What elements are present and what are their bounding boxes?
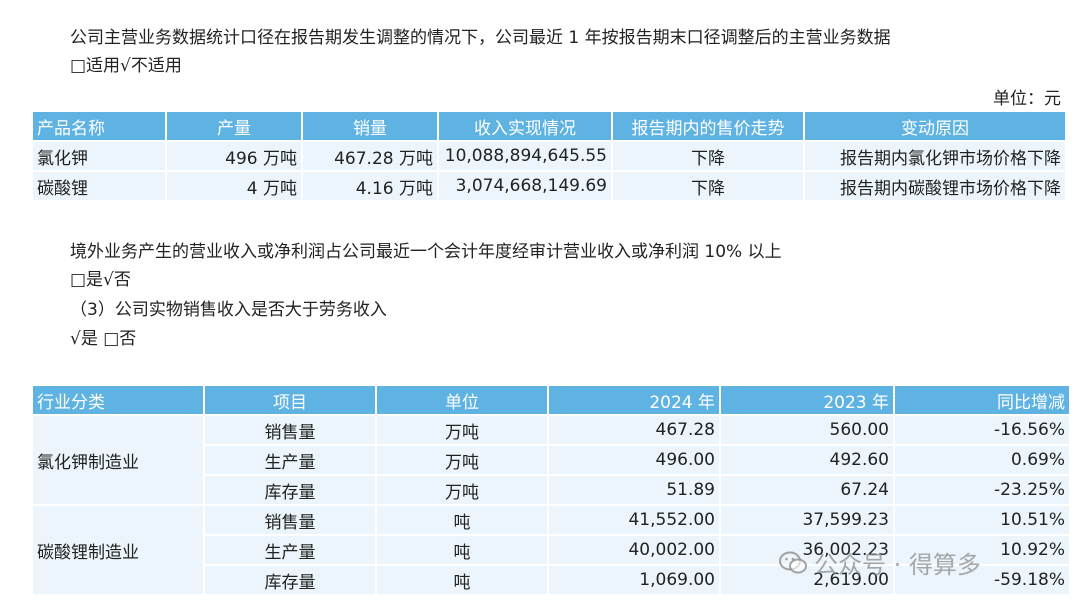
value-2023-cell: 560.00 <box>719 414 895 446</box>
value-2024-cell: 467.28 <box>547 414 721 446</box>
col-header-sales: 销量 <box>301 110 439 142</box>
industry-cell: 碳酸锂制造业 <box>31 504 205 596</box>
intro-checkbox-line: □适用√不适用 <box>70 56 182 76</box>
item-cell: 销售量 <box>203 504 377 536</box>
section-3-heading: （3）公司实物销售收入是否大于劳务收入 <box>70 300 387 320</box>
watermark: 公众号 · 得算多 <box>778 545 981 580</box>
price-trend-cell: 下降 <box>611 140 805 172</box>
unit-cell: 吨 <box>375 534 549 566</box>
product-name-cell: 氯化钾 <box>31 140 167 172</box>
table-row: 氯化钾制造业 销售量 万吨 467.28 560.00 -16.56% <box>31 414 1071 506</box>
unit-cell: 吨 <box>375 564 549 596</box>
col-header-unit: 单位 <box>375 384 549 416</box>
value-2023-cell: 37,599.23 <box>719 504 895 536</box>
col-header-revenue: 收入实现情况 <box>437 110 613 142</box>
table-header-row: 产品名称 产量 销量 收入实现情况 报告期内的售价走势 变动原因 <box>31 110 1067 142</box>
revenue-cell: 10,088,894,645.55 <box>437 140 613 172</box>
col-header-2023: 2023 年 <box>719 384 895 416</box>
reason-cell: 报告期内碳酸锂市场价格下降 <box>803 170 1067 202</box>
section-3-checkbox-line: √是 □否 <box>70 329 137 349</box>
price-trend-cell: 下降 <box>611 170 805 202</box>
table-row: 碳酸锂 4 万吨 4.16 万吨 3,074,668,149.69 下降 报告期… <box>31 170 1067 202</box>
revenue-cell: 3,074,668,149.69 <box>437 170 613 202</box>
sales-cell: 4.16 万吨 <box>301 170 439 202</box>
col-header-yoy: 同比增减 <box>893 384 1071 416</box>
overseas-checkbox-line: □是√否 <box>70 270 131 290</box>
item-cell: 生产量 <box>203 444 377 476</box>
unit-label: 单位：元 <box>993 89 1061 109</box>
sales-cell: 467.28 万吨 <box>301 140 439 172</box>
overseas-business-line: 境外业务产生的营业收入或净利润占公司最近一个会计年度经审计营业收入或净利润 10… <box>70 242 782 262</box>
col-header-industry: 行业分类 <box>31 384 205 416</box>
value-2024-cell: 1,069.00 <box>547 564 721 596</box>
col-header-item: 项目 <box>203 384 377 416</box>
value-2024-cell: 41,552.00 <box>547 504 721 536</box>
col-header-product: 产品名称 <box>31 110 167 142</box>
watermark-text: 公众号 · 得算多 <box>814 551 981 579</box>
yoy-cell: -23.25% <box>893 474 1071 506</box>
unit-cell: 万吨 <box>375 414 549 446</box>
yoy-cell: 0.69% <box>893 444 1071 476</box>
product-table: 产品名称 产量 销量 收入实现情况 报告期内的售价走势 变动原因 氯化钾 496… <box>31 110 1067 202</box>
col-header-reason: 变动原因 <box>803 110 1067 142</box>
product-name-cell: 碳酸锂 <box>31 170 167 202</box>
unit-cell: 吨 <box>375 504 549 536</box>
table-header-row: 行业分类 项目 单位 2024 年 2023 年 同比增减 <box>31 384 1071 416</box>
value-2024-cell: 51.89 <box>547 474 721 506</box>
item-cell: 生产量 <box>203 534 377 566</box>
output-cell: 496 万吨 <box>165 140 303 172</box>
item-cell: 销售量 <box>203 414 377 446</box>
value-2023-cell: 492.60 <box>719 444 895 476</box>
item-cell: 库存量 <box>203 564 377 596</box>
yoy-cell: -16.56% <box>893 414 1071 446</box>
yoy-cell: 10.51% <box>893 504 1071 536</box>
reason-cell: 报告期内氯化钾市场价格下降 <box>803 140 1067 172</box>
industry-cell: 氯化钾制造业 <box>31 414 205 506</box>
output-cell: 4 万吨 <box>165 170 303 202</box>
col-header-2024: 2024 年 <box>547 384 721 416</box>
col-header-price-trend: 报告期内的售价走势 <box>611 110 805 142</box>
col-header-output: 产量 <box>165 110 303 142</box>
item-cell: 库存量 <box>203 474 377 506</box>
value-2024-cell: 40,002.00 <box>547 534 721 566</box>
value-2024-cell: 496.00 <box>547 444 721 476</box>
table-row: 碳酸锂制造业 销售量 吨 41,552.00 37,599.23 10.51% <box>31 504 1071 596</box>
intro-line-1: 公司主营业务数据统计口径在报告期发生调整的情况下，公司最近 1 年按报告期末口径… <box>70 28 891 48</box>
unit-cell: 万吨 <box>375 474 549 506</box>
unit-cell: 万吨 <box>375 444 549 476</box>
value-2023-cell: 67.24 <box>719 474 895 506</box>
table-row: 氯化钾 496 万吨 467.28 万吨 10,088,894,645.55 下… <box>31 140 1067 172</box>
wechat-icon <box>779 551 807 573</box>
